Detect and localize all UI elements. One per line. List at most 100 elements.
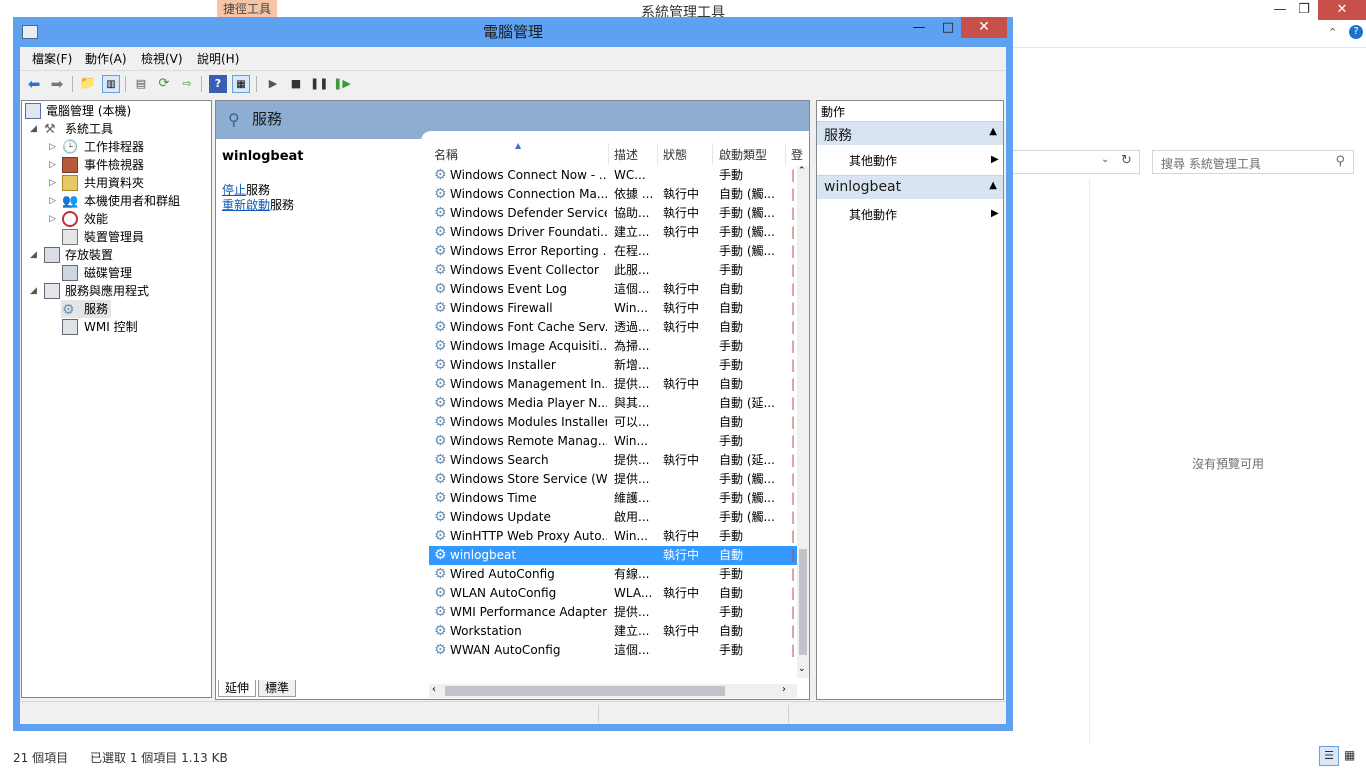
horizontal-scroll-thumb[interactable] — [445, 686, 725, 696]
tree-node-local-users[interactable]: ▷ 👥 本機使用者和群組 — [49, 192, 204, 210]
tab-standard[interactable]: 標準 — [258, 680, 297, 697]
expand-icon[interactable]: ▷ — [49, 210, 59, 228]
service-row[interactable]: ⚙ Windows Media Player N... 與其... 自動 (延... | — [429, 394, 809, 413]
tree-node-system-tools[interactable]: ◢ ⚒ 系統工具 — [30, 120, 200, 138]
service-row[interactable]: ⚙ WinHTTP Web Proxy Auto... Win... 執行中 手動 | — [429, 527, 809, 546]
actions-group-services[interactable]: 服務 ▲ — [817, 121, 1003, 145]
tree-node-task-scheduler[interactable]: ▷ 🕒 工作排程器 — [49, 138, 199, 156]
column-divider[interactable] — [608, 143, 609, 165]
collapse-icon[interactable]: ◢ — [30, 282, 40, 300]
service-row[interactable]: ⚙ WWAN AutoConfig 這個... 手動 | — [429, 641, 809, 660]
scroll-left-icon[interactable]: ‹ — [432, 684, 436, 695]
address-bar[interactable]: ⌄ ↻ — [1012, 150, 1140, 174]
service-row[interactable]: ⚙ Windows Image Acquisiti... 為掃... 手動 | — [429, 337, 809, 356]
collapse-group-icon[interactable]: ▲ — [989, 126, 997, 137]
vertical-scrollbar[interactable]: ⌃ ⌄ — [797, 166, 809, 678]
expand-icon[interactable]: ▷ — [49, 174, 59, 192]
start-service-icon[interactable]: ▶ — [264, 75, 282, 93]
service-row[interactable]: ⚙ Windows Time 維護... 手動 (觸... | — [429, 489, 809, 508]
tree-node-wmi[interactable]: WMI 控制 — [62, 318, 162, 336]
ribbon-collapse-icon[interactable]: ⌃ — [1328, 26, 1337, 39]
tree-node-device-manager[interactable]: 裝置管理員 — [49, 228, 199, 246]
service-row[interactable]: ⚙ Windows Event Log 這個... 執行中 自動 | — [429, 280, 809, 299]
service-row[interactable]: ⚙ Windows Remote Manag... Win... 手動 | — [429, 432, 809, 451]
service-row[interactable]: ⚙ Windows Defender Service 協助... 執行中 手動 (觸..… — [429, 204, 809, 223]
service-row[interactable]: ⚙ Windows Store Service (W... 提供... 手動 (觸..… — [429, 470, 809, 489]
help-icon[interactable]: ? — [1349, 25, 1363, 39]
maximize-button[interactable]: □ — [935, 17, 961, 38]
restart-service-icon[interactable]: ❚▶ — [333, 75, 351, 93]
service-row[interactable]: ⚙ Windows Event Collector 此服... 手動 | — [429, 261, 809, 280]
close-button[interactable]: ✕ — [961, 17, 1007, 38]
actions-more-winlogbeat[interactable]: 其他動作 — [849, 206, 897, 223]
search-input[interactable]: 搜尋 系統管理工具 ⚲ — [1152, 150, 1354, 174]
service-row[interactable]: ⚙ Windows Update 啟用... 手動 (觸... | — [429, 508, 809, 527]
scroll-down-icon[interactable]: ⌄ — [798, 664, 806, 674]
column-divider[interactable] — [785, 143, 786, 165]
background-close-button[interactable]: ✕ — [1318, 0, 1366, 20]
menu-file[interactable]: 檔案(F) — [32, 50, 72, 67]
menu-action[interactable]: 動作(A) — [85, 50, 127, 67]
service-row[interactable]: ⚙ Windows Installer 新增... 手動 | — [429, 356, 809, 375]
actions-more-services[interactable]: 其他動作 — [849, 152, 897, 169]
service-row[interactable]: ⚙ WLAN AutoConfig WLA... 執行中 自動 | — [429, 584, 809, 603]
tree-node-performance[interactable]: ▷ 效能 — [49, 210, 199, 228]
details-view-icon[interactable]: ☰ — [1319, 746, 1339, 766]
service-row[interactable]: ⚙ Windows Error Reporting ... 在程... 手動 (觸..… — [429, 242, 809, 261]
pause-service-icon[interactable]: ❚❚ — [310, 75, 328, 93]
chevron-down-icon[interactable]: ⌄ — [1101, 154, 1109, 165]
actions-group-winlogbeat[interactable]: winlogbeat ▲ — [817, 175, 1003, 199]
service-row[interactable]: ⚙ Windows Firewall Win... 執行中 自動 | — [429, 299, 809, 318]
show-hide-tree-icon[interactable]: ▥ — [102, 75, 120, 93]
expand-icon[interactable]: ▷ — [49, 192, 59, 210]
back-arrow-icon[interactable]: ⬅ — [25, 75, 43, 93]
tree-node-shared-folders[interactable]: ▷ 共用資料夾 — [49, 174, 199, 192]
help-icon[interactable]: ? — [209, 75, 227, 93]
column-header-more[interactable]: 登 — [791, 146, 803, 163]
scroll-right-icon[interactable]: › — [782, 684, 786, 695]
tree-node-event-viewer[interactable]: ▷ 事件檢視器 — [49, 156, 199, 174]
service-row[interactable]: ⚙ Workstation 建立... 執行中 自動 | — [429, 622, 809, 641]
expand-icon[interactable]: ▷ — [49, 138, 59, 156]
menu-view[interactable]: 檢視(V) — [141, 50, 183, 67]
refresh-icon[interactable]: ⟳ — [155, 75, 173, 93]
column-divider[interactable] — [712, 143, 713, 165]
tree-node-services-apps[interactable]: ◢ 服務與應用程式 — [30, 282, 200, 300]
forward-arrow-icon[interactable]: ➡ — [48, 75, 66, 93]
service-row[interactable]: ⚙ Windows Management In... 提供... 執行中 自動 | — [429, 375, 809, 394]
expand-icon[interactable]: ▷ — [49, 156, 59, 174]
properties-icon[interactable]: ▤ — [132, 75, 150, 93]
horizontal-scrollbar[interactable]: ‹ › — [429, 684, 797, 698]
show-action-pane-icon[interactable]: ▦ — [232, 75, 250, 93]
refresh-icon[interactable]: ↻ — [1121, 153, 1132, 168]
stop-service-icon[interactable]: ■ — [287, 75, 305, 93]
scroll-up-icon[interactable]: ⌃ — [798, 166, 806, 176]
collapse-group-icon[interactable]: ▲ — [989, 180, 997, 191]
tree-node-disk-management[interactable]: 磁碟管理 — [49, 264, 199, 282]
restart-service-link[interactable]: 重新啟動 — [222, 198, 270, 212]
tab-extended[interactable]: 延伸 — [218, 680, 257, 697]
minimize-button[interactable]: — — [906, 17, 932, 38]
service-row[interactable]: ⚙ WMI Performance Adapter 提供... 手動 | — [429, 603, 809, 622]
collapse-icon[interactable]: ◢ — [30, 120, 40, 138]
menu-help[interactable]: 說明(H) — [197, 50, 239, 67]
tree-node-root[interactable]: 電腦管理 (本機) — [24, 102, 204, 120]
large-icons-view-icon[interactable]: ▦ — [1344, 748, 1355, 762]
service-row[interactable]: ⚙ winlogbeat 執行中 自動 | — [429, 546, 809, 565]
tree-node-storage[interactable]: ◢ 存放裝置 — [30, 246, 200, 264]
service-row[interactable]: ⚙ Windows Search 提供... 執行中 自動 (延... | — [429, 451, 809, 470]
background-maximize-button[interactable]: ❐ — [1290, 0, 1318, 20]
service-row[interactable]: ⚙ Windows Modules Installer 可以... 自動 | — [429, 413, 809, 432]
up-folder-icon[interactable]: 📁 — [79, 75, 97, 93]
service-row[interactable]: ⚙ Windows Font Cache Serv... 透過... 執行中 自動 | — [429, 318, 809, 337]
service-row[interactable]: ⚙ Windows Connect Now - ... WC... 手動 | — [429, 166, 809, 185]
export-list-icon[interactable]: ⇨ — [178, 75, 196, 93]
column-header-description[interactable]: 描述 — [614, 146, 638, 163]
service-row[interactable]: ⚙ Windows Driver Foundati... 建立... 執行中 手動 (觸… — [429, 223, 809, 242]
service-row[interactable]: ⚙ Wired AutoConfig 有線... 手動 | — [429, 565, 809, 584]
tree-node-services[interactable]: ⚙ 服務 — [61, 300, 111, 318]
column-divider[interactable] — [657, 143, 658, 165]
vertical-scroll-thumb[interactable] — [799, 549, 807, 655]
stop-service-link[interactable]: 停止 — [222, 183, 246, 197]
collapse-icon[interactable]: ◢ — [30, 246, 40, 264]
